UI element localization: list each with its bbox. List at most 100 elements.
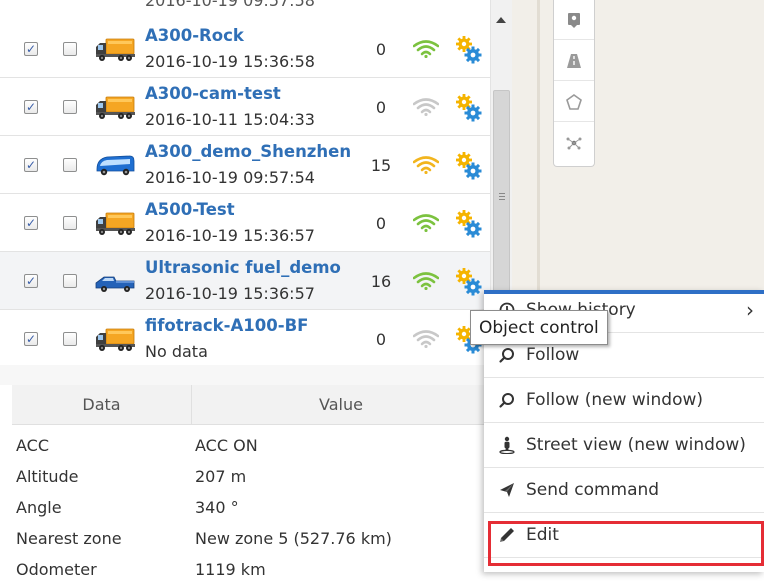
search-icon <box>499 393 514 408</box>
send-icon <box>500 483 514 497</box>
object-row[interactable]: ✓ A300-cam-test 2016-10-11 15:04:33 0 <box>0 78 490 136</box>
wifi-signal-icon <box>413 330 439 348</box>
panel-separator <box>0 365 490 385</box>
menu-item-label: Edit <box>526 525 559 545</box>
gear-icon[interactable] <box>455 93 483 123</box>
menu-item-edit[interactable]: Edit <box>484 513 764 558</box>
data-key: Angle <box>16 498 62 517</box>
menu-item-label: Follow <box>526 345 580 365</box>
object-row[interactable]: ✓ A300-Rock 2016-10-19 15:36:58 0 <box>0 20 490 78</box>
menu-item-label: Follow (new window) <box>526 390 704 410</box>
partially-visible-timestamp: 2016-10-19 09:57:58 <box>145 0 315 10</box>
map-toolbar <box>553 0 595 167</box>
scroll-up-arrow-icon[interactable] <box>496 17 506 23</box>
object-name[interactable]: A300_demo_Shenzhen <box>145 142 351 161</box>
map-tool-cluster[interactable] <box>554 123 594 163</box>
object-row[interactable]: ✓ Ultrasonic fuel_demo 2016-10-19 15:36:… <box>0 252 490 310</box>
checkmark-icon: ✓ <box>25 42 37 56</box>
gear-icon[interactable] <box>455 151 483 181</box>
search-icon <box>499 348 514 363</box>
object-name[interactable]: Ultrasonic fuel_demo <box>145 258 341 277</box>
follow-checkbox[interactable] <box>63 42 77 56</box>
wifi-signal-icon <box>413 272 439 290</box>
truck-icon <box>96 96 135 119</box>
object-last-update: 2016-10-19 09:57:54 <box>145 168 315 187</box>
cluster-icon <box>566 137 582 150</box>
object-row[interactable]: ✓ A300_demo_Shenzhen 2016-10-19 09:57:54… <box>0 136 490 194</box>
tooltip-object-control: Object control <box>470 310 608 345</box>
column-header-value[interactable]: Value <box>192 385 490 425</box>
checkmark-icon: ✓ <box>25 274 37 288</box>
visibility-checkbox[interactable]: ✓ <box>24 274 38 288</box>
table-row: Altitude 207 m <box>12 462 490 493</box>
table-row: ACC ACC ON <box>12 431 490 462</box>
object-data-table: Data Value ACC ACC ON Altitude 207 m Ang… <box>12 385 490 579</box>
data-key: Nearest zone <box>16 529 122 548</box>
data-value: ACC ON <box>195 436 258 455</box>
menu-item-label: Street view (new window) <box>526 435 746 455</box>
object-list: 2016-10-19 09:57:58 ✓ A300-Rock 2016-10-… <box>0 0 490 365</box>
object-speed: 16 <box>370 272 392 291</box>
table-row: Angle 340 ° <box>12 493 490 524</box>
object-last-update: No data <box>145 342 208 361</box>
scroll-thumb[interactable] <box>493 90 510 300</box>
menu-item-label: Send command <box>526 480 660 500</box>
visibility-checkbox[interactable]: ✓ <box>24 100 38 114</box>
data-value: 340 ° <box>195 498 239 517</box>
data-key: Altitude <box>16 467 79 486</box>
column-header-data[interactable]: Data <box>12 385 192 425</box>
gear-icon[interactable] <box>455 35 483 65</box>
chevron-right-icon: › <box>746 298 754 322</box>
checkmark-icon: ✓ <box>25 100 37 114</box>
menu-item-send-command[interactable]: Send command <box>484 468 764 513</box>
gear-icon[interactable] <box>455 267 483 297</box>
object-last-update: 2016-10-11 15:04:33 <box>145 110 315 129</box>
table-row: Odometer 1119 km <box>12 555 490 586</box>
wifi-signal-icon <box>413 156 439 174</box>
follow-checkbox[interactable] <box>63 274 77 288</box>
visibility-checkbox[interactable]: ✓ <box>24 332 38 346</box>
map-tool-zone[interactable] <box>554 82 594 122</box>
follow-checkbox[interactable] <box>63 216 77 230</box>
object-row[interactable]: ✓ fifotrack-A100-BF No data 0 <box>0 310 490 365</box>
follow-checkbox[interactable] <box>63 332 77 346</box>
wifi-signal-icon <box>413 214 439 232</box>
street-view-icon <box>499 436 515 454</box>
pickup-icon <box>95 276 135 292</box>
menu-item-follow-new-window[interactable]: Follow (new window) <box>484 378 764 423</box>
object-name[interactable]: A300-Rock <box>145 26 244 45</box>
visibility-checkbox[interactable]: ✓ <box>24 158 38 172</box>
data-key: Odometer <box>16 560 97 579</box>
bus-icon <box>96 155 135 176</box>
truck-icon <box>96 328 135 351</box>
map-tool-marker[interactable] <box>554 0 594 40</box>
object-speed: 0 <box>375 330 387 349</box>
gear-icon[interactable] <box>455 209 483 239</box>
road-icon <box>567 53 581 68</box>
object-name[interactable]: A500-Test <box>145 200 235 219</box>
scroll-grip-icon <box>499 193 505 200</box>
object-last-update: 2016-10-19 15:36:57 <box>145 284 315 303</box>
visibility-checkbox[interactable]: ✓ <box>24 216 38 230</box>
menu-item-street-view-new-window[interactable]: Street view (new window) <box>484 423 764 468</box>
marker-icon <box>568 12 580 28</box>
object-name[interactable]: A300-cam-test <box>145 84 281 103</box>
wifi-signal-icon <box>413 98 439 116</box>
follow-checkbox[interactable] <box>63 100 77 114</box>
object-row[interactable]: ✓ A500-Test 2016-10-19 15:36:57 0 <box>0 194 490 252</box>
object-name[interactable]: fifotrack-A100-BF <box>145 316 308 335</box>
object-last-update: 2016-10-19 15:36:58 <box>145 52 315 71</box>
table-row: Nearest zone New zone 5 (527.76 km) <box>12 524 490 555</box>
follow-checkbox[interactable] <box>63 158 77 172</box>
object-speed: 0 <box>375 214 387 233</box>
map-tool-route[interactable] <box>554 41 594 81</box>
truck-icon <box>96 212 135 235</box>
wifi-signal-icon <box>413 40 439 58</box>
truck-icon <box>96 38 135 61</box>
visibility-checkbox[interactable]: ✓ <box>24 42 38 56</box>
polygon-icon <box>566 93 582 110</box>
object-last-update: 2016-10-19 15:36:57 <box>145 226 315 245</box>
object-speed: 15 <box>370 156 392 175</box>
data-value: 1119 km <box>195 560 266 579</box>
checkmark-icon: ✓ <box>25 158 37 172</box>
